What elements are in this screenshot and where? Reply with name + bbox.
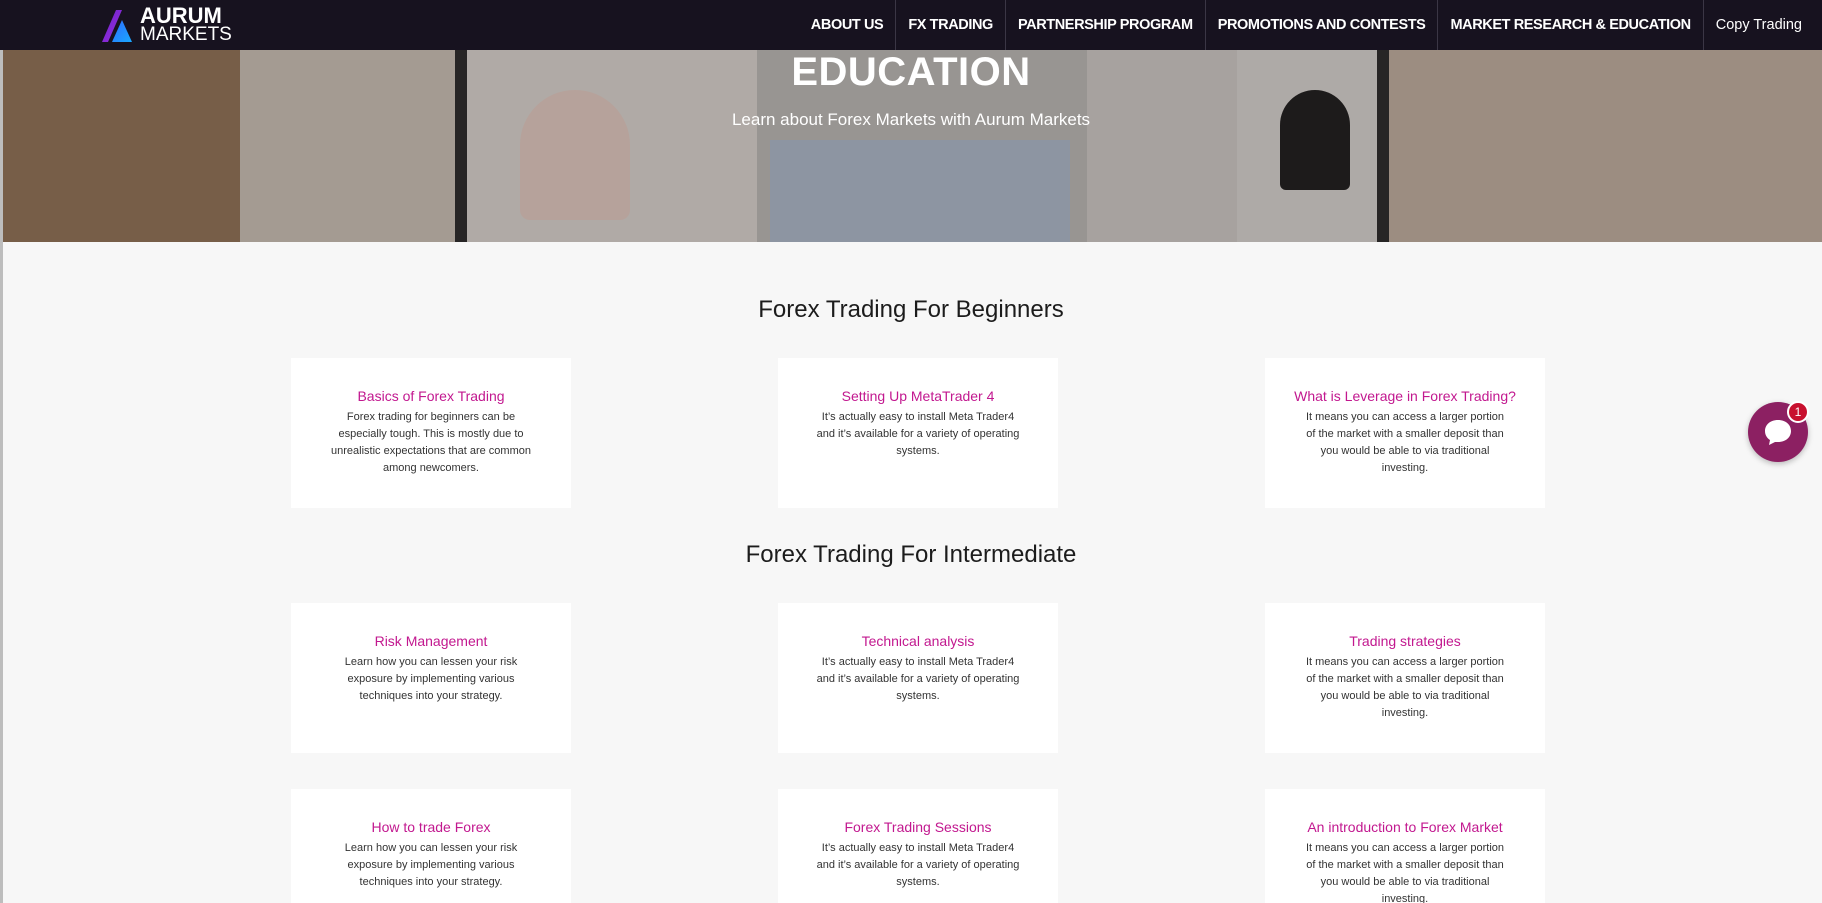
card-description: It’s actually easy to install Meta Trade…: [816, 411, 1020, 457]
card-description: Learn how you can lessen your risk expos…: [344, 842, 518, 888]
nav-fx-trading[interactable]: FX TRADING: [895, 0, 1005, 50]
card-title[interactable]: Trading strategies: [1265, 633, 1545, 649]
card-title[interactable]: An introduction to Forex Market: [1265, 819, 1545, 835]
card-what-is-leverage[interactable]: What is Leverage in Forex Trading? It me…: [1265, 358, 1545, 508]
card-description: It means you can access a larger portion…: [1305, 411, 1505, 474]
card-introduction-to-forex-market[interactable]: An introduction to Forex Market It means…: [1265, 789, 1545, 903]
card-title[interactable]: How to trade Forex: [291, 819, 571, 835]
top-navigation: AURUM MARKETS ABOUT US FX TRADING PARTNE…: [0, 0, 1822, 50]
chat-notification-badge: 1: [1787, 401, 1809, 423]
card-forex-trading-sessions[interactable]: Forex Trading Sessions It’s actually eas…: [778, 789, 1058, 903]
brand-line-1: AURUM: [140, 2, 222, 28]
card-title[interactable]: Setting Up MetaTrader 4: [778, 388, 1058, 404]
hero-title: EDUCATION: [791, 50, 1031, 94]
nav-partnership-program[interactable]: PARTNERSHIP PROGRAM: [1004, 0, 1205, 50]
card-trading-strategies[interactable]: Trading strategies It means you can acce…: [1265, 603, 1545, 753]
chat-bubble-icon: [1765, 420, 1791, 445]
card-setting-up-metatrader-4[interactable]: Setting Up MetaTrader 4 It’s actually ea…: [778, 358, 1058, 508]
main-menu: ABOUT US FX TRADING PARTNERSHIP PROGRAM …: [799, 0, 1814, 50]
nav-about-us[interactable]: ABOUT US: [799, 0, 896, 50]
card-title[interactable]: Forex Trading Sessions: [778, 819, 1058, 835]
card-description: It means you can access a larger portion…: [1305, 656, 1505, 719]
brand-wordmark: AURUM MARKETS: [140, 2, 232, 46]
card-description: Learn how you can lessen your risk expos…: [344, 656, 518, 702]
section-title-intermediate: Forex Trading For Intermediate: [745, 541, 1077, 568]
card-risk-management[interactable]: Risk Management Learn how you can lessen…: [291, 603, 571, 753]
nav-market-research-education[interactable]: MARKET RESEARCH & EDUCATION: [1437, 0, 1702, 50]
nav-copy-trading[interactable]: Copy Trading: [1702, 0, 1814, 50]
nav-promotions-contests[interactable]: PROMOTIONS AND CONTESTS: [1204, 0, 1438, 50]
card-description: It’s actually easy to install Meta Trade…: [816, 656, 1020, 702]
brand-line-2: MARKETS: [140, 24, 232, 46]
hero-subtitle: Learn about Forex Markets with Aurum Mar…: [731, 110, 1091, 129]
page-left-edge: [0, 50, 3, 903]
brand-logo[interactable]: AURUM MARKETS: [98, 2, 232, 46]
card-title[interactable]: What is Leverage in Forex Trading?: [1265, 388, 1545, 404]
card-description: It’s actually easy to install Meta Trade…: [816, 842, 1020, 888]
card-technical-analysis[interactable]: Technical analysis It’s actually easy to…: [778, 603, 1058, 753]
card-basics-of-forex-trading[interactable]: Basics of Forex Trading Forex trading fo…: [291, 358, 571, 508]
section-title-beginners: Forex Trading For Beginners: [758, 296, 1064, 323]
card-title[interactable]: Basics of Forex Trading: [291, 388, 571, 404]
aurum-logo-icon: [102, 10, 132, 42]
hero-banner: EDUCATION Learn about Forex Markets with…: [0, 50, 1822, 242]
card-how-to-trade-forex[interactable]: How to trade Forex Learn how you can les…: [291, 789, 571, 903]
card-title[interactable]: Risk Management: [291, 633, 571, 649]
card-description: It means you can access a larger portion…: [1305, 842, 1505, 903]
card-description: Forex trading for beginners can be espec…: [331, 411, 531, 474]
card-title[interactable]: Technical analysis: [778, 633, 1058, 649]
